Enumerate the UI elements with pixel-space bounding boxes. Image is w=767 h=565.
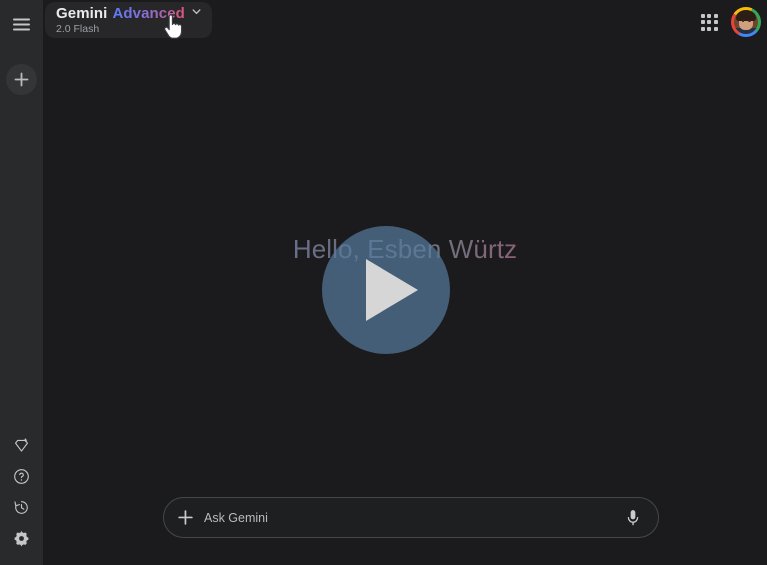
avatar-hair	[736, 10, 756, 21]
apps-grid-dot	[700, 26, 705, 31]
avatar[interactable]	[731, 7, 761, 37]
new-chat-button[interactable]	[6, 64, 37, 95]
model-selector-row: Gemini Advanced	[56, 5, 202, 21]
avatar-eye-right	[748, 20, 751, 22]
apps-grid-dot	[713, 20, 718, 24]
model-name-label: Gemini	[56, 4, 108, 22]
sidebar-item-help[interactable]	[7, 462, 36, 491]
model-sublabel: 2.0 Flash	[56, 23, 100, 36]
sidebar-bottom-actions	[0, 431, 43, 555]
sidebar-item-activity[interactable]	[7, 493, 36, 522]
gem-icon	[13, 437, 30, 454]
google-apps-grid-icon[interactable]	[695, 8, 723, 36]
sidebar-item-gems[interactable]	[7, 431, 36, 460]
history-icon	[13, 499, 30, 516]
apps-grid-dot	[700, 13, 705, 18]
apps-grid-dot	[713, 13, 718, 18]
main-menu-button[interactable]	[7, 10, 36, 39]
model-tier-label: Advanced	[112, 4, 185, 22]
avatar-photo	[734, 10, 758, 34]
avatar-eye-left	[741, 20, 744, 22]
search-input[interactable]	[204, 510, 622, 525]
apps-grid-dot	[707, 20, 711, 24]
chevron-down-icon	[191, 5, 202, 21]
composer-bar[interactable]	[163, 497, 659, 538]
microphone-icon[interactable]	[622, 507, 644, 529]
help-icon	[13, 468, 30, 485]
add-files-icon[interactable]	[177, 509, 194, 526]
left-sidebar	[0, 0, 43, 565]
main-content-area: Gemini Advanced 2.0 Flash Hello, Würtz A…	[43, 0, 767, 565]
sidebar-item-settings[interactable]	[7, 524, 36, 553]
plus-icon	[14, 72, 29, 87]
top-bar-right-actions	[695, 0, 761, 44]
apps-grid-dot	[707, 13, 711, 18]
apps-grid-dot	[700, 20, 705, 24]
apps-grid-dot	[707, 26, 711, 31]
settings-gear-icon	[13, 530, 30, 547]
video-play-button[interactable]	[322, 226, 450, 354]
hamburger-menu-icon	[13, 18, 30, 31]
top-bar: Gemini Advanced 2.0 Flash	[43, 0, 767, 44]
gemini-app-window: Gemini Advanced 2.0 Flash Hello, Würtz A…	[0, 0, 767, 565]
apps-grid-dot	[713, 26, 718, 31]
model-selector-button[interactable]: Gemini Advanced 2.0 Flash	[45, 2, 212, 38]
play-triangle-icon	[365, 259, 418, 321]
